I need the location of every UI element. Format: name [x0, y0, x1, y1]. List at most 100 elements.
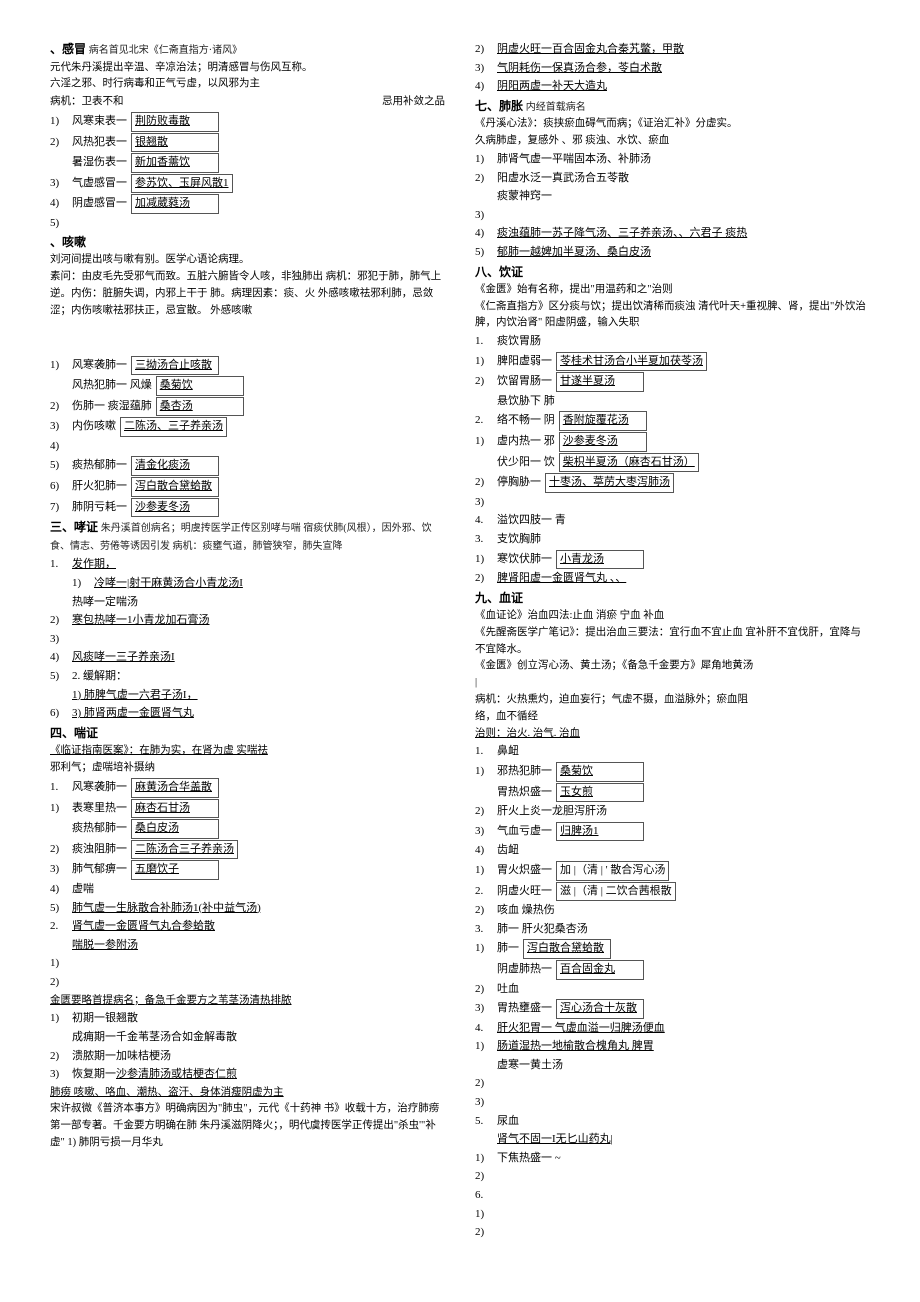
label: 喘脱一参附汤	[72, 937, 138, 955]
formula: 滋 |（清 | 二饮合茜根散	[556, 882, 676, 902]
label: 邪热犯肺一	[497, 763, 552, 781]
num: 4.	[475, 512, 497, 530]
s1-n2: 六淫之邪、时行病毒和正气亏虚，以风邪为主	[50, 76, 445, 93]
num: 4)	[50, 195, 72, 213]
s1-n1: 元代朱丹溪提出辛温、辛凉治法；明清感冒与伤风互称。	[50, 60, 445, 77]
formula: 银翘散	[131, 133, 219, 153]
num: 1)	[50, 113, 72, 131]
s3-src: 朱丹溪首创病名；明虞抟医学正传区别哮与喘 宿痰伏肺(风根），因外邪、饮食、情志、…	[50, 523, 432, 552]
label: 风痰哮一三子养亲汤I	[72, 649, 175, 667]
formula: 新加香薷饮	[131, 153, 219, 173]
num: 6.	[475, 1187, 497, 1205]
formula: 麻黄汤合华盖散	[131, 778, 219, 798]
label: 阳虚水泛一	[497, 170, 552, 188]
num: 1)	[72, 575, 94, 593]
num: 3)	[475, 823, 497, 841]
label: 痰浊蕴肺一苏子降气汤、三子养亲汤、、六君子 痰热	[497, 225, 747, 243]
label: 风寒袭肺一	[72, 357, 127, 375]
label: 虚寒一黄土汤	[497, 1057, 563, 1075]
num: 1)	[475, 353, 497, 371]
label: 伏少阳一 饮	[497, 454, 555, 472]
num: 1.	[475, 743, 497, 761]
label: 暑湿伤表一	[72, 154, 127, 172]
num: 3)	[50, 418, 72, 436]
label: 热哮一定喘汤	[72, 594, 138, 612]
num: 2)	[50, 841, 72, 859]
s9-n5: 病机：火热熏灼，迫血妄行；气虚不摄，血溢脉外；瘀血阻	[475, 692, 870, 709]
label: 吐血	[497, 981, 519, 999]
left-column: 、感冒 病名首见北宋《仁斋直指方·诸风》 元代朱丹溪提出辛温、辛凉治法；明清感冒…	[50, 40, 445, 1243]
label: 尿血	[497, 1113, 519, 1131]
section-chuanzheng: 四、喘证 《临证指南医案》：在肺为实，在肾为虚 实喘祛 邪利气；虚喘培补摄纳 1…	[50, 724, 445, 992]
s8-n2: 《仁斋直指方》区分痰与饮；提出饮清稀而痰浊 清代叶天+重视脾、肾，提出"外饮治脾…	[475, 299, 870, 333]
formula: 甘遂半夏汤	[556, 372, 644, 392]
formula: 沙参麦冬汤	[559, 432, 647, 452]
label: 溢饮四肢一 青	[497, 512, 566, 530]
num: 2)	[475, 373, 497, 391]
num: 2.	[50, 918, 72, 936]
label: 风寒袭肺一	[72, 779, 127, 797]
num: 4)	[50, 649, 72, 667]
label: 虚喘	[72, 881, 94, 899]
label: 溃脓期一	[72, 1048, 116, 1066]
formula: 桑菊饮	[156, 376, 244, 396]
s7-n2: 久病肺虚，复感外 、邪 痰浊、水饮、瘀血	[475, 133, 870, 150]
s8-n1: 《金匮》始有名称，提出"用温药和之"治则	[475, 282, 870, 299]
s4-n1: 邪利气；虚喘培补摄纳	[50, 760, 445, 777]
label: 寒饮伏肺一	[497, 551, 552, 569]
label: 饮留胃肠一	[497, 373, 552, 391]
formula: 百合固金丸	[556, 960, 644, 980]
s3-title: 三、哮证	[50, 520, 98, 534]
label: 胃热壅盛一	[497, 1000, 552, 1018]
num: 3.	[475, 921, 497, 939]
num: 3)	[475, 60, 497, 78]
num: 5)	[50, 457, 72, 475]
num: 5)	[50, 900, 72, 918]
formula: 龙胆泻肝汤	[552, 803, 607, 821]
num: 1.	[50, 556, 72, 574]
num: 3)	[50, 861, 72, 879]
formula: 加减葳蕤汤	[131, 194, 219, 214]
formula: 桑杏汤	[156, 397, 244, 417]
label: 阴虚感冒一	[72, 195, 127, 213]
s7-n1: 《丹溪心法》：痰挟瘀血碍气而病；《证治汇补》分虚实。	[475, 116, 870, 133]
right-column: 2)阴虚火旺一百合固金丸合秦艽鳖，甲散 3)气阴耗伤一保真汤合参，苓白术散 4)…	[475, 40, 870, 1243]
label: 肺气虚一生脉散合补肺汤1(补中益气汤)	[72, 900, 261, 918]
s1-n3b: 忌用补敛之品	[382, 94, 445, 111]
num: 3)	[475, 207, 497, 225]
num: 2)	[475, 474, 497, 492]
label: 阴虚火旺一百合固金丸合秦艽鳖，甲散	[497, 41, 684, 59]
num: 2)	[475, 803, 497, 821]
s2-n2: 素问：由皮毛先受邪气而致。五脏六腑皆令人咳，非独肺出 病机：邪犯于肺，肺气上逆。…	[50, 269, 445, 319]
num: 2)	[475, 902, 497, 920]
label: 停胸胁一	[497, 474, 541, 492]
label: 咳血 燥热伤	[497, 902, 555, 920]
num: 7)	[50, 499, 72, 517]
label: 气阴耗伤一保真汤合参，苓白术散	[497, 60, 662, 78]
num: 2)	[475, 1075, 497, 1093]
label: 成痈期一	[72, 1029, 116, 1047]
label: 风热犯肺一 风燥	[72, 377, 152, 395]
label: 下焦热盛一 ~	[497, 1150, 561, 1168]
s1-src: 病名首见北宋《仁斋直指方·诸风》	[89, 45, 242, 56]
label: 风热犯表一	[72, 134, 127, 152]
formula: 麻杏石甘汤	[131, 799, 219, 819]
label: 冷哮一|射干麻黄汤合小青龙汤I	[94, 575, 243, 593]
num: 6)	[50, 478, 72, 496]
formula: 十枣汤、葶苈大枣泻肺汤	[545, 473, 674, 493]
label: 鼻衄	[497, 743, 519, 761]
label: 恢复期一	[72, 1066, 116, 1084]
formula: 参苏饮、玉屏风散1	[131, 174, 233, 194]
label: 1) 肺脾气虚一六君子汤I，	[72, 687, 198, 705]
label: 气虚感冒一	[72, 175, 127, 193]
label: 初期一	[72, 1010, 105, 1028]
num: 1)	[475, 940, 497, 958]
num: 3)	[475, 494, 497, 512]
num: 2)	[475, 170, 497, 188]
formula: 桑菊饮	[556, 762, 644, 782]
formula: 平喘固本汤、补肺汤	[552, 151, 651, 169]
s7-src: 内经首载病名	[526, 102, 586, 113]
label: 阴阳两虚一补天大造丸	[497, 78, 607, 96]
label: 阴虚火旺一	[497, 883, 552, 901]
num: 3)	[475, 1000, 497, 1018]
